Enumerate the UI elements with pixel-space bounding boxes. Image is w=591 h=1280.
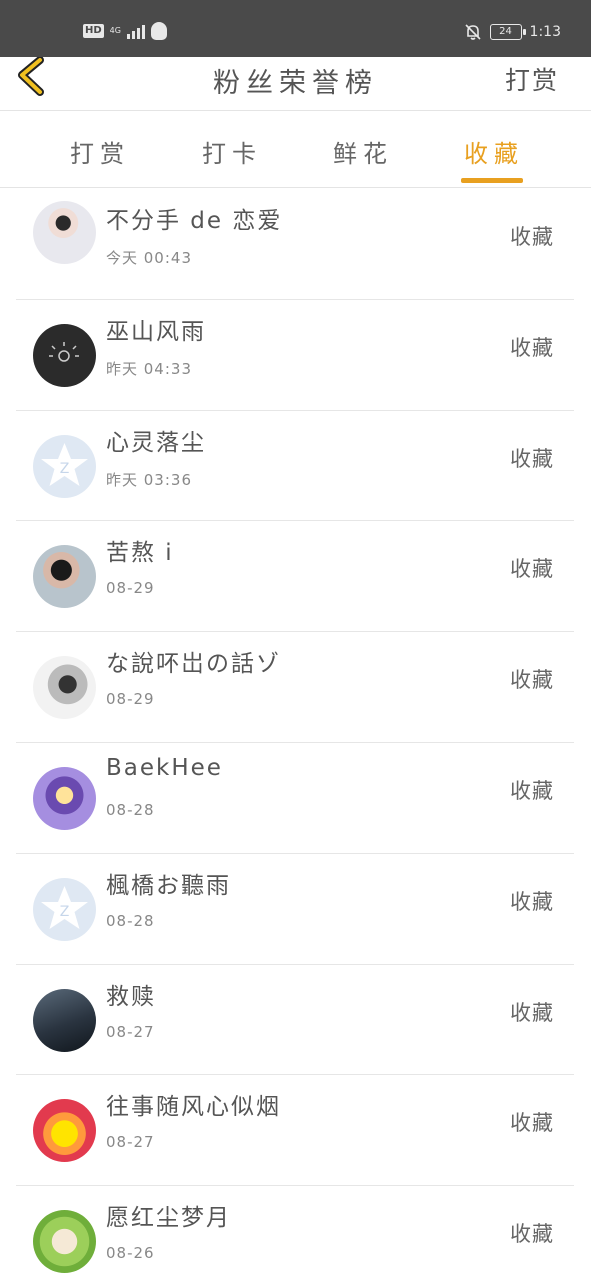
action-label: 收藏 [510, 1222, 554, 1247]
lightbulb-icon [49, 341, 79, 362]
action-label: 收藏 [510, 335, 554, 360]
tab-flowers[interactable]: 鲜花 [333, 134, 393, 169]
avatar [33, 1210, 96, 1274]
network-label: 4G [109, 26, 121, 35]
svg-text:Z: Z [60, 904, 70, 920]
user-name: 楓橋お聽雨 [106, 872, 231, 899]
list-item[interactable]: Z 心灵落尘 昨天 03:36 收藏 [0, 411, 591, 522]
user-name: 苦熬 i [106, 540, 174, 567]
action-label: 收藏 [510, 889, 554, 914]
action-label: 收藏 [510, 225, 554, 249]
user-name: 救赎 [106, 983, 156, 1010]
fan-list: 不分手 de 恋爱 今天 00:43 收藏 巫山风雨 昨天 04:33 收藏 Z [0, 189, 591, 1280]
tab-checkin[interactable]: 打卡 [202, 134, 262, 169]
user-name: 愿红尘梦月 [106, 1205, 231, 1232]
qq-penguin-icon [150, 22, 167, 40]
action-label: 收藏 [510, 668, 554, 693]
list-item[interactable]: 不分手 de 恋爱 今天 00:43 收藏 [0, 189, 591, 300]
user-name: 巫山风雨 [106, 318, 206, 345]
list-item[interactable]: 救赎 08-27 收藏 [0, 965, 591, 1076]
battery-icon: 24 [489, 24, 526, 40]
list-item[interactable]: 苦熬 i 08-29 收藏 [0, 521, 591, 633]
action-label: 收藏 [510, 557, 554, 582]
action-label: 收藏 [510, 446, 554, 471]
status-bar: HD 4G 24 1:13 [0, 0, 591, 57]
tab-reward[interactable]: 打赏 [70, 134, 130, 169]
list-item[interactable]: 往事随风心似烟 08-27 收藏 [0, 1075, 591, 1187]
avatar [33, 201, 96, 264]
clock: 1:13 [529, 24, 561, 40]
default-star-avatar-icon: Z [41, 885, 88, 929]
status-left-group: HD 4G [83, 22, 167, 40]
tab-favorites[interactable]: 收藏 [464, 134, 524, 169]
avatar [33, 766, 96, 830]
avatar [33, 545, 96, 609]
user-name: BaekHee [106, 754, 223, 781]
active-tab-indicator [461, 178, 523, 183]
timestamp: 08-29 [106, 579, 155, 598]
user-name: 心灵落尘 [106, 429, 206, 456]
battery-level: 24 [499, 26, 512, 37]
action-label: 收藏 [510, 1000, 554, 1025]
user-name: な說吥岀の話ゾ [106, 651, 281, 678]
list-item[interactable]: Z 楓橋お聽雨 08-28 收藏 [0, 854, 591, 965]
avatar [33, 323, 96, 387]
timestamp: 昨天 03:36 [106, 470, 192, 489]
timestamp: 08-28 [106, 911, 155, 930]
bell-off-icon [464, 23, 482, 41]
signal-bars-icon [126, 23, 145, 39]
page-title: 粉丝荣誉榜 [213, 68, 378, 99]
avatar: Z [33, 877, 96, 941]
user-name: 不分手 de 恋爱 [106, 208, 283, 234]
reward-button[interactable]: 打赏 [505, 61, 559, 97]
timestamp: 昨天 04:33 [106, 359, 192, 378]
timestamp: 08-26 [106, 1244, 155, 1263]
avatar [33, 656, 96, 720]
timestamp: 08-27 [106, 1133, 155, 1152]
avatar [33, 988, 96, 1052]
user-name: 往事随风心似烟 [106, 1094, 281, 1121]
timestamp: 今天 00:43 [106, 249, 192, 267]
list-item[interactable]: 愿红尘梦月 08-26 收藏 [0, 1186, 591, 1280]
timestamp: 08-29 [106, 690, 155, 709]
list-item[interactable]: 巫山风雨 昨天 04:33 收藏 [0, 300, 591, 411]
tab-bar: 打赏 打卡 鲜花 收藏 [0, 112, 591, 188]
avatar [33, 1099, 96, 1163]
action-label: 收藏 [510, 778, 554, 803]
network-indicator: 4G [110, 27, 121, 35]
timestamp: 08-28 [106, 800, 155, 819]
list-item[interactable]: な說吥岀の話ゾ 08-29 收藏 [0, 632, 591, 743]
status-right-group: 24 1:13 [464, 23, 561, 41]
default-star-avatar-icon: Z [41, 442, 88, 486]
svg-text:Z: Z [60, 461, 70, 477]
nav-bar: 粉丝荣誉榜 打赏 [0, 56, 591, 111]
timestamp: 08-27 [106, 1022, 155, 1041]
hd-badge: HD [83, 24, 104, 38]
list-item[interactable]: BaekHee 08-28 收藏 [0, 743, 591, 854]
action-label: 收藏 [510, 1111, 554, 1136]
avatar: Z [33, 434, 96, 498]
